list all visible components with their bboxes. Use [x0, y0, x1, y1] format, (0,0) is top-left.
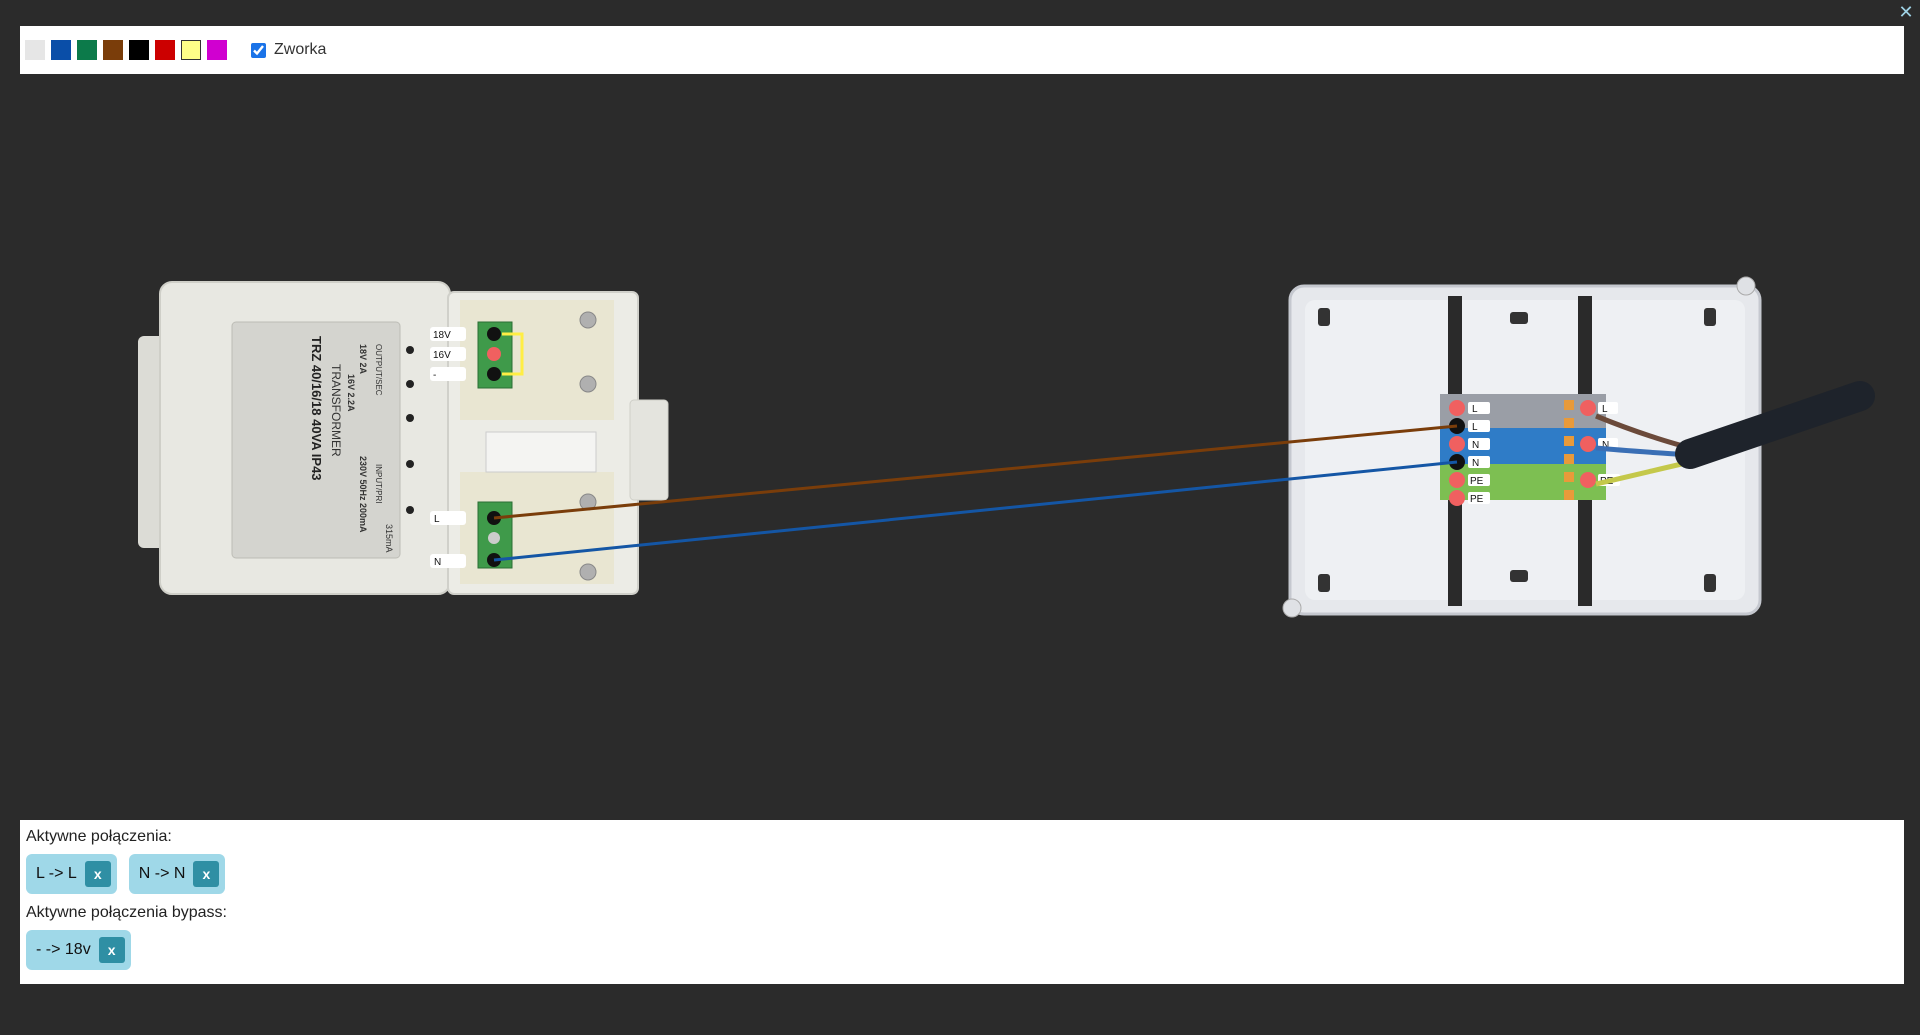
jb-left-l2: L [1472, 422, 1478, 433]
swatch-blue[interactable] [51, 40, 71, 60]
swatch-brown[interactable] [103, 40, 123, 60]
rating-in-label: INPUT/PRI [374, 464, 383, 504]
connection-label: L -> L [36, 865, 77, 882]
terminal-18v-label: 18V [433, 330, 451, 341]
jb-left-l1: L [1472, 404, 1478, 415]
swatch-yellow[interactable] [181, 40, 201, 60]
wiring-canvas: TRANSFORMER TRZ 40/16/18 40VA IP43 OUTPU… [0, 74, 1920, 820]
jb-left-pe1: PE [1470, 476, 1484, 487]
rating-16v: 16V 2.2A [346, 374, 356, 412]
swatch-magenta[interactable] [207, 40, 227, 60]
bypass-connections-label: Aktywne połączenia bypass: [26, 904, 227, 921]
transformer-label-1: TRANSFORMER [329, 364, 343, 457]
rating-18v: 18V 2A [358, 344, 368, 375]
jb-left-pe2: PE [1470, 494, 1484, 505]
remove-connection-button[interactable]: x [84, 861, 111, 887]
transformer-label-2: TRZ 40/16/18 40VA IP43 [309, 336, 324, 481]
swatch-white[interactable] [25, 40, 45, 60]
swatch-red[interactable] [155, 40, 175, 60]
bypass-chip: - -> 18v x [26, 930, 131, 970]
rating-out-label: OUTPUT/SEC [374, 344, 383, 396]
close-icon[interactable]: ✕ [1896, 2, 1916, 22]
jb-left-n2: N [1472, 458, 1479, 469]
connection-chip: N -> N x [128, 854, 226, 894]
swatch-black[interactable] [129, 40, 149, 60]
terminal-l-label: L [434, 514, 440, 525]
wiring-diagram: TRANSFORMER TRZ 40/16/18 40VA IP43 OUTPU… [138, 276, 1875, 618]
terminal-16v-label: 16V [433, 350, 451, 361]
rating-fuse: 315mA [384, 524, 394, 553]
connection-chip: L -> L x [26, 854, 117, 894]
color-toolbar: Zworka [20, 26, 1904, 74]
transformer: TRANSFORMER TRZ 40/16/18 40VA IP43 OUTPU… [138, 281, 669, 595]
zworka-toggle[interactable]: Zworka [251, 41, 326, 59]
connections-panel: Aktywne połączenia: L -> L x N -> N x Ak… [20, 820, 1904, 984]
connection-label: N -> N [138, 865, 186, 882]
active-connections-list: L -> L x N -> N x [26, 854, 1898, 894]
rating-230v: 230V 50Hz 200mA [358, 456, 368, 533]
remove-bypass-button[interactable]: x [98, 937, 125, 963]
active-connections-label: Aktywne połączenia: [26, 828, 172, 845]
zworka-checkbox[interactable] [251, 42, 266, 58]
swatch-green[interactable] [77, 40, 97, 60]
terminal-n-label: N [434, 557, 441, 568]
jb-left-n1: N [1472, 440, 1479, 451]
remove-connection-button[interactable]: x [193, 861, 220, 887]
bypass-label: - -> 18v [36, 941, 91, 958]
zworka-label: Zworka [274, 41, 327, 58]
jb-right-l: L [1602, 404, 1608, 415]
junction-box: L L N N PE PE L N PE [1282, 276, 1875, 618]
terminal-minus-label: - [433, 370, 436, 381]
bypass-connections-list: - -> 18v x [26, 930, 1898, 970]
